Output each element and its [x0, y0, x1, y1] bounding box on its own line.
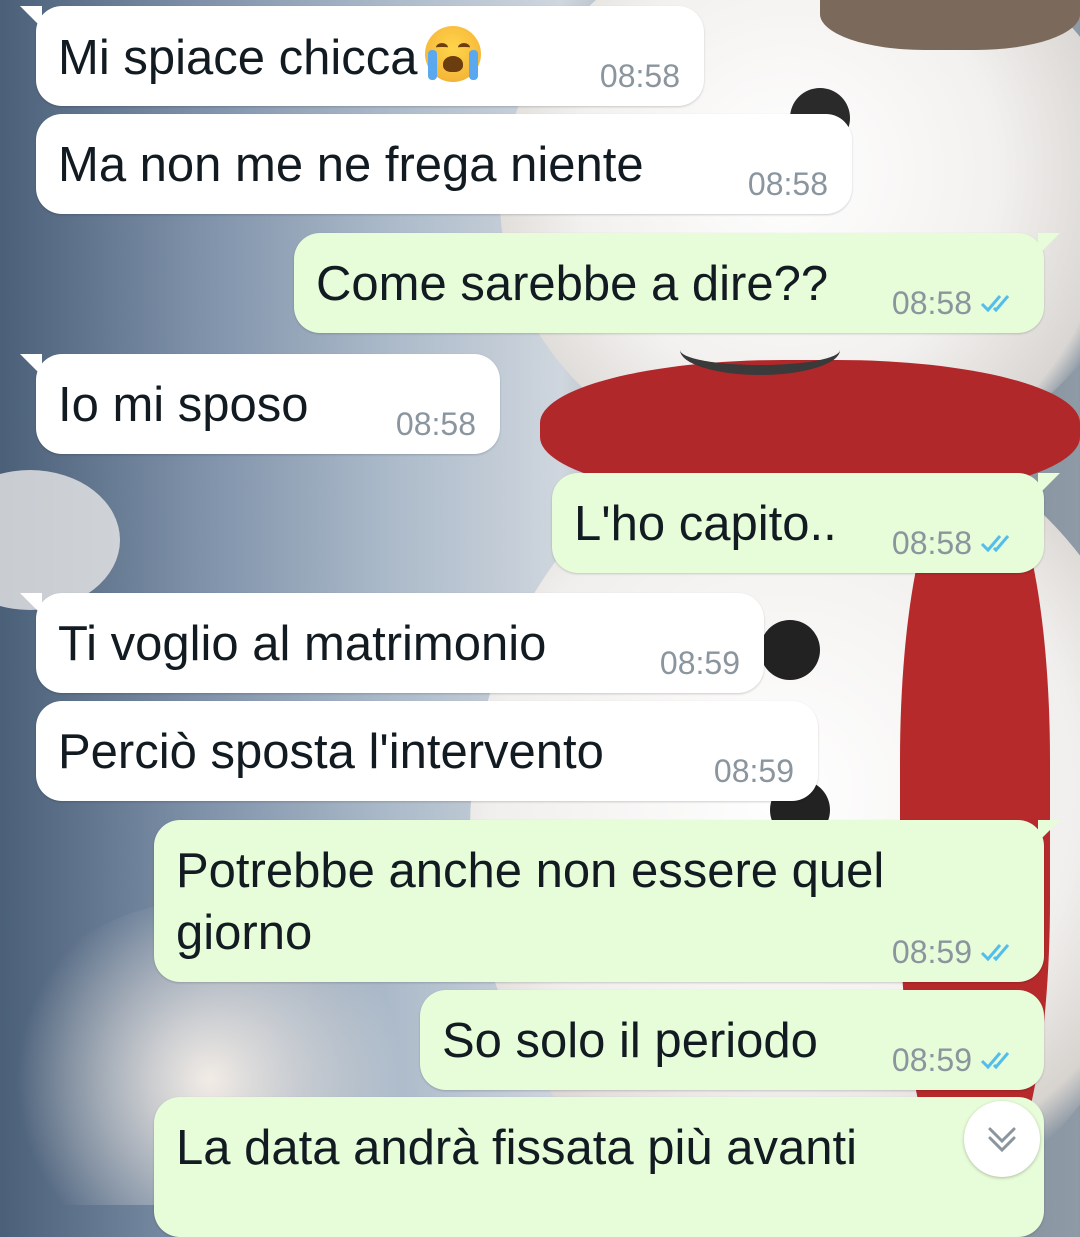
double-chevron-down-icon	[988, 1127, 1016, 1153]
message-text: Mi spiace chicca	[58, 26, 482, 89]
message-timestamp: 08:59	[713, 753, 794, 789]
message-text: Come sarebbe a dire??	[316, 257, 829, 311]
message-text: Io mi sposo	[58, 378, 309, 432]
message-text: L'ho capito..	[574, 497, 837, 551]
message-timestamp: 08:58	[395, 406, 476, 442]
message-text: Potrebbe anche non essere quel giorno	[176, 844, 885, 960]
message-bubble-incoming[interactable]: Ma non me ne frega niente 08:58	[36, 114, 852, 214]
message-meta: 08:58	[892, 283, 1020, 323]
message-text: La data andrà fissata più avanti	[176, 1121, 858, 1175]
message-bubble-outgoing[interactable]: Potrebbe anche non essere quel giorno 08…	[154, 820, 1060, 982]
message-bubble-incoming[interactable]: Perciò sposta l'intervento 08:59	[36, 701, 818, 801]
message-timestamp: 08:58	[891, 285, 972, 321]
message-timestamp: 08:59	[891, 934, 972, 970]
message-bubble-outgoing[interactable]: L'ho capito.. 08:58	[552, 473, 1060, 573]
message-timestamp: 08:58	[747, 166, 828, 202]
message-meta: 08:58	[892, 523, 1020, 563]
message-bubble-outgoing[interactable]: So solo il periodo 08:59	[420, 990, 1044, 1090]
loudly-crying-face-emoji	[425, 26, 482, 82]
read-receipt-double-check-icon	[980, 1052, 1010, 1070]
message-bubble-outgoing[interactable]: Come sarebbe a dire?? 08:58	[294, 233, 1060, 333]
message-bubble-incoming[interactable]: Mi spiace chicca 08:58	[20, 6, 704, 106]
message-meta: 08:59	[892, 1040, 1020, 1080]
message-text: Ti voglio al matrimonio	[58, 617, 547, 671]
message-text: Ma non me ne frega niente	[58, 138, 644, 192]
message-text: So solo il periodo	[442, 1014, 818, 1068]
read-receipt-double-check-icon	[980, 295, 1010, 313]
read-receipt-double-check-icon	[980, 944, 1010, 962]
message-bubble-incoming[interactable]: Io mi sposo 08:58	[20, 354, 500, 454]
message-timestamp: 08:58	[891, 525, 972, 561]
message-text: Perciò sposta l'intervento	[58, 725, 604, 779]
message-meta: 08:59	[892, 932, 1020, 972]
scroll-to-bottom-button[interactable]	[964, 1101, 1040, 1177]
message-timestamp: 08:59	[659, 645, 740, 681]
read-receipt-double-check-icon	[980, 535, 1010, 553]
message-bubble-outgoing[interactable]: La data andrà fissata più avanti	[154, 1097, 1044, 1237]
message-timestamp: 08:58	[599, 58, 680, 94]
message-bubble-incoming[interactable]: Ti voglio al matrimonio 08:59	[20, 593, 764, 693]
message-timestamp: 08:59	[891, 1042, 972, 1078]
